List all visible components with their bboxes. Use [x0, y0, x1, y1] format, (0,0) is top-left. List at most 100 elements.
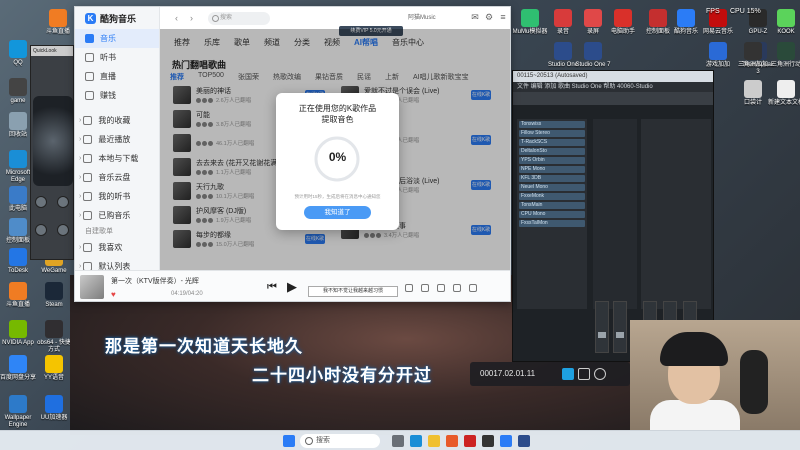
app-icon	[614, 9, 632, 27]
daw-menu[interactable]: 文件 编辑 添加 歌曲 Studio One 帮助 40060-Studio	[513, 82, 713, 92]
sidebar-item[interactable]: › 音乐云盘	[75, 168, 159, 187]
desktop-icon[interactable]: 电脑助手	[605, 9, 641, 36]
plugin-slot[interactable]: Fillow Stereo	[519, 130, 585, 137]
sidebar-item[interactable]: 音乐	[75, 29, 159, 48]
search-input[interactable]: 搜索	[208, 11, 270, 25]
desktop-icon[interactable]: 口袋计	[735, 80, 771, 107]
previous-icon[interactable]: ⏮	[267, 281, 277, 294]
plugin-slot[interactable]: NPE Mono	[519, 166, 585, 173]
windows-taskbar: 搜索	[0, 430, 800, 450]
desktop-icon[interactable]: Wallpaper Engine	[0, 395, 36, 429]
task-view-icon[interactable]	[392, 435, 404, 447]
edge-icon[interactable]	[410, 435, 422, 447]
desktop-icon[interactable]: KOOK	[768, 9, 800, 36]
daw-toolbar[interactable]	[513, 92, 713, 105]
chevron-right-icon: ›	[79, 244, 82, 251]
taskbar-search[interactable]: 搜索	[300, 434, 380, 448]
sidebar-item[interactable]: 听书	[75, 48, 159, 67]
desktop-icon[interactable]: YY语音	[36, 355, 72, 382]
desktop-icon-label: 三角洲加加	[737, 62, 768, 68]
desktop-icon[interactable]: 新建文本文档	[768, 80, 800, 107]
plugin-slot[interactable]: T-RackSCS	[519, 139, 585, 146]
sidebar-item[interactable]: › 已购音乐	[75, 206, 159, 225]
album-cover[interactable]	[80, 275, 104, 299]
sidebar-item[interactable]: › 我喜欢	[75, 238, 159, 257]
desktop-icon-label: 三角洲行动	[770, 62, 800, 68]
sidebar-item-label: 最近播放	[98, 135, 131, 144]
desktop-icon[interactable]: 三角洲加加	[735, 42, 771, 69]
volume-dial[interactable]	[33, 96, 73, 186]
sidebar-item-label: 我喜欢	[98, 243, 123, 252]
desktop-icon[interactable]: Studio One 7	[575, 42, 611, 69]
studio-one-taskbar-icon[interactable]	[518, 435, 530, 447]
app-icon	[9, 112, 27, 130]
forward-arrow-icon[interactable]: ›	[190, 13, 193, 23]
sidebar-item[interactable]: 直播	[75, 67, 159, 86]
netease-icon[interactable]	[464, 435, 476, 447]
plugin-slot[interactable]: KFL 3DB	[519, 175, 585, 182]
desktop-icon[interactable]: Steam	[36, 282, 72, 309]
channel-fader[interactable]	[595, 301, 609, 353]
desktop-icon[interactable]: 斗鱼直播	[0, 282, 36, 309]
got-it-button[interactable]: 我知道了	[304, 206, 371, 219]
plugin-slot[interactable]: Neuel Mono	[519, 184, 585, 191]
explorer-icon[interactable]	[428, 435, 440, 447]
channel-fader[interactable]	[613, 301, 627, 353]
loop-icon[interactable]	[453, 284, 461, 292]
sidebar-item[interactable]: 赚钱	[75, 86, 159, 105]
knob-bottom-right[interactable]	[57, 224, 69, 236]
plugin-slot[interactable]: DeltalonSto	[519, 148, 585, 155]
plugin-slot[interactable]: TonsMain	[519, 202, 585, 209]
desktop-icon[interactable]: 酷狗音乐	[668, 9, 704, 36]
message-icon[interactable]: ✉	[470, 12, 480, 22]
desktop-icon-label: WeGame	[41, 268, 67, 274]
play-icon[interactable]: ▶	[287, 279, 297, 295]
plugin-slot[interactable]: FxssTalMon	[519, 220, 585, 227]
obs-icon[interactable]	[482, 435, 494, 447]
desktop-icon-label: UU加速器	[40, 415, 68, 421]
volume-icon[interactable]	[437, 284, 445, 292]
app-icon	[677, 9, 695, 27]
plugin-slot[interactable]: FxxeMonk	[519, 193, 585, 200]
desktop-icon[interactable]: 斗鱼直播	[40, 9, 76, 36]
desktop-icon[interactable]: NVIDIA App	[0, 320, 36, 347]
start-icon[interactable]	[283, 435, 295, 447]
desktop-icon-label: 游戏加加	[705, 62, 730, 68]
play-button[interactable]	[578, 368, 590, 380]
stop-button[interactable]	[562, 368, 574, 380]
knob-bottom-left[interactable]	[35, 224, 47, 236]
desktop-icon[interactable]: 百度网盘分享	[0, 355, 36, 382]
settings-icon[interactable]: ⚙	[484, 12, 494, 22]
app-icon	[554, 9, 572, 27]
timbre-extraction-modal: 正在使用您的K歌作品 提取音色 0% 预计用时15秒，生成后将在消息中心通知您 …	[276, 93, 399, 230]
sidebar-item[interactable]: › 本地与下载	[75, 149, 159, 168]
queue-icon[interactable]	[469, 284, 477, 292]
knob-left[interactable]	[35, 196, 47, 208]
desktop-icon[interactable]: 三角洲行动	[768, 42, 800, 69]
playlist-icon[interactable]	[421, 284, 429, 292]
knob-right[interactable]	[57, 196, 69, 208]
lyrics-icon[interactable]	[405, 284, 413, 292]
sidebar-item[interactable]: › 我的收藏	[75, 111, 159, 130]
sidebar-item[interactable]: › 最近播放	[75, 130, 159, 149]
desktop-icon-label: YY语音	[43, 375, 64, 381]
desktop-icon[interactable]: obs64 - 快捷方式	[36, 320, 72, 354]
now-playing-title[interactable]: 第一次（KTV版伴奏）- 光辉	[111, 276, 199, 286]
desktop-icon[interactable]: UU加速器	[36, 395, 72, 422]
back-arrow-icon[interactable]: ‹	[175, 13, 178, 23]
menu-icon[interactable]: ≡	[498, 12, 508, 22]
desktop-icon-label: Wallpaper Engine	[4, 415, 32, 428]
kugou-taskbar-icon[interactable]	[500, 435, 512, 447]
sidebar-item[interactable]: › 我的听书	[75, 187, 159, 206]
desktop-icon[interactable]: MuMu模拟器	[512, 9, 548, 36]
sidebar-item-icon	[83, 243, 93, 252]
heart-icon[interactable]: ♥	[111, 290, 120, 299]
app-icon[interactable]	[446, 435, 458, 447]
chevron-right-icon: ›	[79, 155, 82, 162]
desktop-icon[interactable]: 游戏加加	[700, 42, 736, 69]
record-button[interactable]	[594, 368, 606, 380]
plugin-slot[interactable]: YPS Orbin	[519, 157, 585, 164]
plugin-slot[interactable]: CPU Mono	[519, 211, 585, 218]
plugin-slot[interactable]: Tonswiss	[519, 121, 585, 128]
user-name[interactable]: 阿猫Music	[408, 12, 436, 21]
